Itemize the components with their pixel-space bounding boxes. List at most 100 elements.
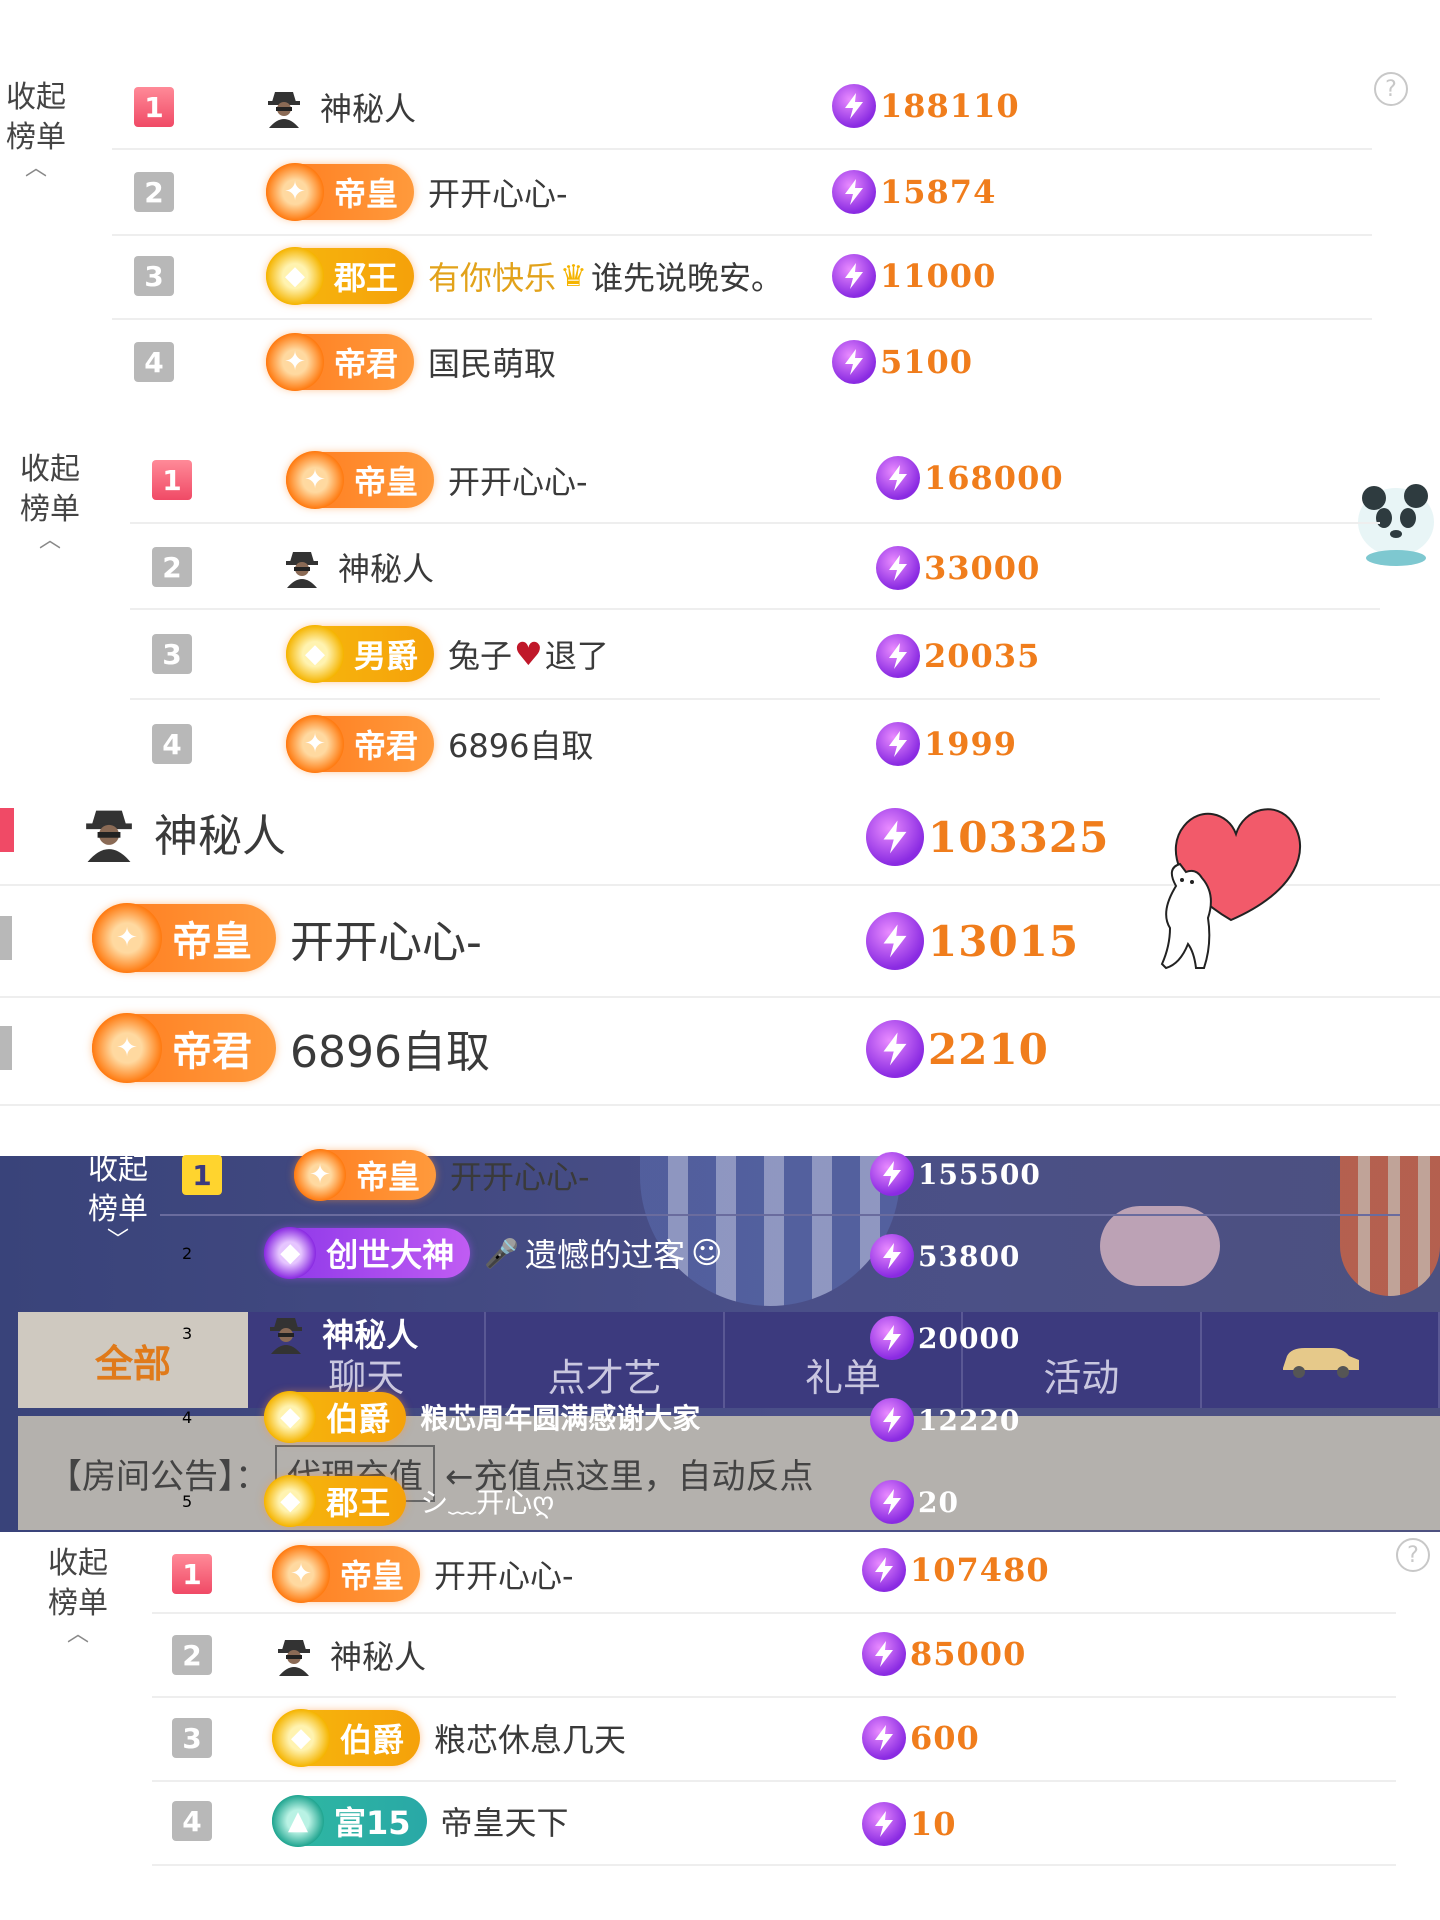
leaderboard-row[interactable]: 4 ▲ 富15 帝皇天下	[172, 1795, 569, 1847]
lightning-icon	[866, 1020, 924, 1078]
leaderboard-row[interactable]: 3 ◆ 郡王 有你快乐 ♛ 谁先说晚安。	[134, 247, 783, 305]
leaderboard-row[interactable]: 3 ◆ 男爵 兔子 ♥ 退了	[152, 625, 609, 683]
rank-marker	[0, 808, 14, 852]
anonymous-user-icon	[78, 801, 140, 863]
chevron-down-icon: ﹀	[106, 1228, 129, 1253]
score: 168000	[876, 456, 1064, 500]
noble-badge: ◆ 创世大神	[264, 1227, 471, 1279]
collapse-leaderboard-button[interactable]: 收起榜单 ﹀	[78, 1150, 158, 1252]
score-value: 103325	[928, 812, 1110, 862]
user-name: シ﹏开心ღ	[420, 1486, 555, 1519]
lightning-icon	[866, 912, 924, 970]
collapse-leaderboard-button[interactable]: 收起榜单 ︿	[38, 1544, 118, 1646]
user-name: 开开心心-	[434, 1557, 574, 1595]
badge-label: 富15	[334, 1804, 411, 1842]
leaderboard-row[interactable]: 1 神秘人	[134, 84, 416, 130]
leaderboard-row[interactable]: 2 神秘人	[172, 1632, 426, 1678]
leaderboard-row[interactable]: 神秘人	[78, 800, 286, 864]
badge-emblem-icon: ◆	[264, 1475, 317, 1527]
row-divider	[0, 1104, 1440, 1106]
badge-label: 帝君	[354, 727, 419, 765]
score-value: 12220	[918, 1403, 1021, 1437]
rank-number: 5	[182, 1491, 193, 1511]
panda-sticker	[1346, 462, 1440, 566]
car-icon[interactable]	[1201, 1312, 1440, 1408]
badge-emblem-icon: ✦	[272, 1545, 330, 1603]
user-name: 有你快乐	[428, 259, 557, 297]
row-divider	[112, 148, 1372, 150]
noble-badge: ◆ 伯爵	[272, 1709, 421, 1767]
noble-badge: ✦ 帝皇	[272, 1545, 421, 1603]
badge-label: 创世大神	[326, 1236, 455, 1274]
score-value: 20	[918, 1485, 959, 1519]
rank-number: 4	[134, 342, 174, 382]
anonymous-user-icon	[264, 1311, 308, 1355]
rank-number: 2	[172, 1635, 212, 1675]
leaderboard-row[interactable]: 1 ✦ 帝皇 开开心心-	[182, 1149, 590, 1201]
badge-label: 男爵	[354, 637, 419, 675]
noble-badge: ◆ 伯爵	[264, 1391, 407, 1443]
score-value: 20035	[924, 637, 1041, 675]
user-name: 神秘人	[338, 550, 435, 588]
collapse-label: 收起榜单	[20, 452, 80, 527]
score: 11000	[832, 254, 996, 298]
score-value: 188110	[880, 87, 1020, 125]
badge-emblem-icon: ✦	[92, 1013, 162, 1083]
help-icon[interactable]: ?	[1396, 1538, 1430, 1572]
lightning-icon	[862, 1632, 906, 1676]
score: 13015	[866, 912, 1079, 970]
leaderboard-row[interactable]: 2 ◆ 创世大神 🎤 遗憾的过客 ☺	[182, 1227, 723, 1279]
noble-badge: ✦ 帝皇	[294, 1149, 437, 1201]
badge-label: 帝皇	[340, 1557, 405, 1595]
score-value: 33000	[924, 549, 1041, 587]
lightning-icon	[876, 722, 920, 766]
badge-emblem-icon: ▲	[272, 1795, 324, 1847]
leaderboard-row[interactable]: 4 ✦ 帝君 6896自取	[152, 715, 593, 773]
rank-number: 2	[182, 1243, 193, 1263]
badge-emblem-icon: ◆	[286, 625, 344, 683]
leaderboard-row[interactable]: ✦ 帝皇 开开心心-	[92, 903, 482, 973]
score-value: 13015	[928, 916, 1080, 966]
score-value: 85000	[910, 1635, 1027, 1673]
collapse-leaderboard-button[interactable]: 收起榜单 ︿	[0, 78, 72, 180]
anonymous-user-icon	[272, 1633, 316, 1677]
row-divider	[152, 1864, 1396, 1866]
score: 53800	[870, 1234, 1020, 1278]
leaderboard-row[interactable]: ✦ 帝君 6896自取	[92, 1013, 490, 1083]
user-name: 粮芯休息几天	[434, 1721, 627, 1759]
collapse-label: 收起榜单	[6, 80, 66, 155]
score-value: 10	[910, 1805, 957, 1843]
collapse-leaderboard-button[interactable]: 收起榜单 ︿	[10, 450, 90, 552]
chevron-up-icon: ︿	[66, 1622, 89, 1647]
leaderboard-row[interactable]: 4 ◆ 伯爵 粮芯周年圆满感谢大家	[182, 1391, 700, 1443]
lightning-icon	[876, 546, 920, 590]
user-name: 国民萌取	[428, 345, 557, 383]
score: 107480	[862, 1548, 1050, 1592]
badge-label: 帝君	[334, 345, 399, 383]
leaderboard-row[interactable]: 1 ✦ 帝皇 开开心心-	[172, 1545, 574, 1603]
rank-number: 2	[152, 547, 192, 587]
leaderboard-row[interactable]: 3 神秘人	[182, 1310, 418, 1356]
row-divider	[160, 1214, 1400, 1216]
ghost-icon: ☺	[691, 1235, 723, 1271]
leaderboard-row[interactable]: 2 ✦ 帝皇 开开心心-	[134, 163, 568, 221]
chevron-up-icon: ︿	[38, 528, 61, 553]
leaderboard-row[interactable]: 2 神秘人	[152, 544, 434, 590]
user-name: 兔子	[448, 637, 513, 675]
leaderboard-row[interactable]: 4 ✦ 帝君 国民萌取	[134, 333, 557, 391]
score-value: 107480	[910, 1551, 1050, 1589]
score: 12220	[870, 1398, 1020, 1442]
rank-number: 4	[172, 1801, 212, 1841]
noble-badge: ✦ 帝皇	[92, 903, 276, 973]
leaderboard-row[interactable]: 1 ✦ 帝皇 开开心心-	[152, 451, 588, 509]
badge-label: 郡王	[334, 259, 399, 297]
leaderboard-row[interactable]: 3 ◆ 伯爵 粮芯休息几天	[172, 1709, 627, 1767]
score-value: 168000	[924, 459, 1064, 497]
score: 103325	[866, 808, 1109, 866]
chevron-up-icon: ︿	[24, 156, 47, 181]
noble-badge: ✦ 帝君	[286, 715, 435, 773]
badge-label: 帝皇	[334, 175, 399, 213]
lightning-icon	[870, 1398, 914, 1442]
leaderboard-row[interactable]: 5 ◆ 郡王 シ﹏开心ღ	[182, 1475, 555, 1527]
help-icon[interactable]: ?	[1374, 72, 1408, 106]
